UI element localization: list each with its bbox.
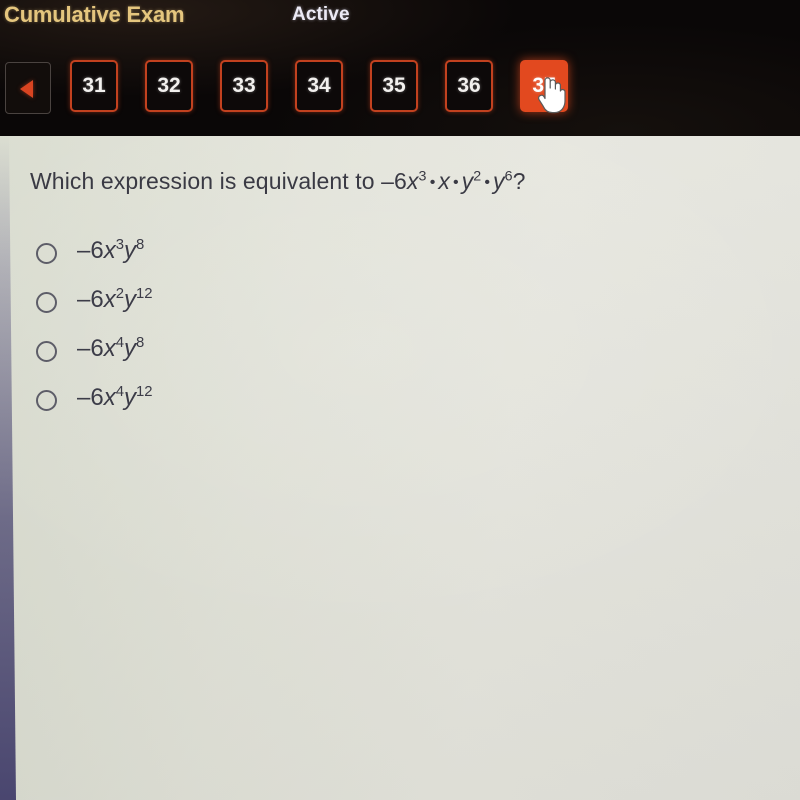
question-tab-label: 33 (232, 74, 256, 97)
radio-button-icon[interactable] (36, 341, 57, 362)
option-x-base: x (103, 384, 116, 411)
question-base-3: y (461, 168, 474, 194)
exam-header: Cumulative Exam Active 31 32 33 34 35 36 37 (0, 0, 800, 136)
option-y-base: y (123, 335, 136, 362)
answer-option-text: –6x4y12 (77, 383, 153, 413)
option-y-base: y (123, 286, 136, 313)
question-tab-33[interactable]: 33 (220, 60, 268, 112)
answer-option-text: –6x3y8 (77, 236, 144, 266)
answer-option-2[interactable]: –6x2y12 (36, 285, 153, 334)
question-tab-34[interactable]: 34 (295, 60, 343, 112)
answer-option-text: –6x4y8 (77, 334, 144, 364)
question-base-4: y (493, 168, 505, 194)
option-coefficient: –6 (77, 384, 104, 411)
option-x-exponent: 4 (115, 335, 124, 351)
option-x-base: x (103, 286, 116, 313)
option-y-base: y (123, 384, 136, 411)
multiply-dot-icon: • (484, 173, 491, 192)
question-tab-label: 35 (382, 74, 406, 97)
question-tab-32[interactable]: 32 (145, 60, 193, 112)
option-y-exponent: 12 (135, 286, 153, 302)
option-x-exponent: 2 (115, 286, 124, 302)
answer-option-text: –6x2y12 (77, 285, 153, 315)
option-y-exponent: 8 (135, 335, 145, 351)
radio-button-icon[interactable] (36, 243, 57, 264)
answer-option-3[interactable]: –6x4y8 (36, 334, 153, 383)
question-coefficient: –6 (381, 168, 407, 194)
option-y-exponent: 12 (135, 384, 153, 400)
radio-button-icon[interactable] (36, 292, 57, 313)
question-suffix: ? (512, 168, 526, 194)
question-prefix: Which expression is equivalent to (30, 168, 382, 194)
status-badge: Active (292, 4, 350, 25)
question-tab-label: 34 (307, 74, 331, 97)
question-tab-35[interactable]: 35 (370, 60, 418, 112)
option-y-exponent: 8 (135, 237, 145, 253)
left-triangle-icon (20, 80, 33, 98)
option-coefficient: –6 (77, 237, 104, 264)
option-x-base: x (103, 335, 116, 362)
question-base-1: x (406, 168, 419, 194)
question-tab-31[interactable]: 31 (70, 60, 118, 112)
answer-options-list: –6x3y8 –6x2y12 –6x4y8 –6x4y12 (36, 236, 153, 432)
option-x-exponent: 4 (115, 384, 124, 400)
radio-button-icon[interactable] (36, 390, 57, 411)
question-tab-label: 36 (457, 74, 481, 97)
previous-questions-button[interactable] (5, 62, 51, 114)
question-tab-label: 32 (157, 74, 181, 97)
option-coefficient: –6 (77, 286, 104, 313)
answer-option-1[interactable]: –6x3y8 (36, 236, 153, 285)
page-title: Cumulative Exam (4, 2, 185, 27)
multiply-dot-icon: • (429, 173, 436, 192)
question-exponent-1: 3 (418, 168, 427, 185)
option-coefficient: –6 (77, 335, 104, 362)
question-factor-2: x (438, 168, 450, 194)
question-exponent-4: 6 (504, 168, 513, 185)
question-navigation: 31 32 33 34 35 36 37 (0, 60, 800, 122)
question-tab-label: 31 (82, 74, 106, 97)
answer-option-4[interactable]: –6x4y12 (36, 383, 153, 432)
exam-screen: Cumulative Exam Active 31 32 33 34 35 36 37 Wh… (0, 0, 800, 800)
question-tab-label: 37 (532, 74, 556, 97)
option-x-exponent: 3 (115, 237, 124, 253)
question-tab-36[interactable]: 36 (445, 60, 493, 112)
question-tab-37[interactable]: 37 (520, 60, 568, 112)
multiply-dot-icon: • (452, 173, 459, 192)
option-y-base: y (123, 237, 136, 264)
option-x-base: x (103, 237, 116, 264)
question-text: Which expression is equivalent to –6x3 • x… (30, 168, 526, 195)
